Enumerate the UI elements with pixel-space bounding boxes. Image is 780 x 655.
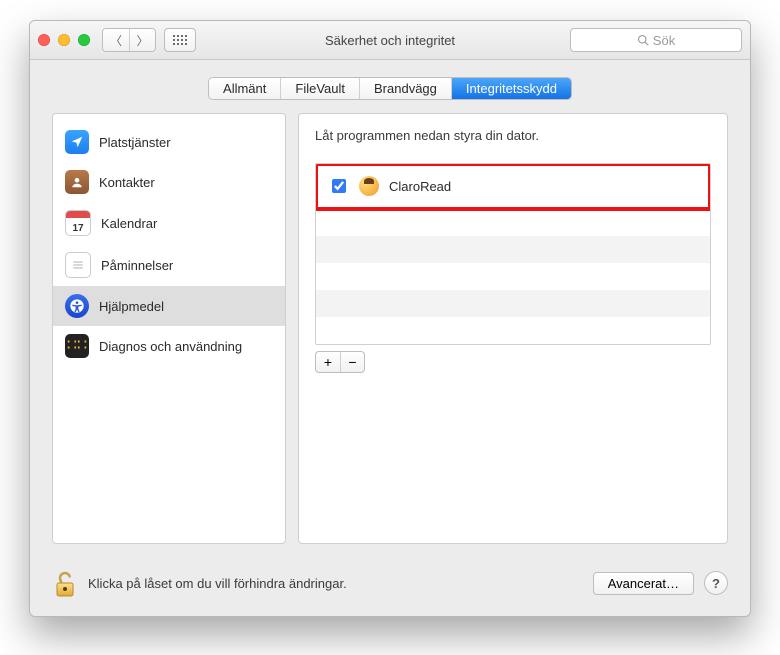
sidebar-item-reminders[interactable]: Påminnelser bbox=[53, 244, 285, 286]
sidebar-item-label: Kalendrar bbox=[101, 216, 157, 231]
sidebar-item-accessibility[interactable]: Hjälpmedel bbox=[53, 286, 285, 326]
app-list: ClaroRead bbox=[315, 163, 711, 345]
detail-caption: Låt programmen nedan styra din dator. bbox=[315, 128, 711, 143]
titlebar: 〈 〉 Säkerhet och integritet Sök bbox=[30, 21, 750, 60]
reminders-icon bbox=[65, 252, 91, 278]
add-button[interactable]: + bbox=[316, 352, 340, 372]
close-window-button[interactable] bbox=[38, 34, 50, 46]
sidebar-item-diagnostics[interactable]: ∷∷ Diagnos och användning bbox=[53, 326, 285, 366]
sidebar-item-contacts[interactable]: Kontakter bbox=[53, 162, 285, 202]
search-placeholder: Sök bbox=[653, 33, 675, 48]
accessibility-icon bbox=[65, 294, 89, 318]
nav-back-forward: 〈 〉 bbox=[102, 28, 156, 52]
diagnostics-icon: ∷∷ bbox=[65, 334, 89, 358]
window-controls bbox=[38, 34, 90, 46]
lock-open-icon bbox=[53, 570, 77, 598]
privacy-services-sidebar: Platstjänster Kontakter 17 Kalendrar Påm… bbox=[52, 113, 286, 544]
contacts-icon bbox=[65, 170, 89, 194]
sidebar-item-location[interactable]: Platstjänster bbox=[53, 122, 285, 162]
help-button[interactable]: ? bbox=[704, 571, 728, 595]
app-name: ClaroRead bbox=[389, 179, 451, 194]
app-row-claroread[interactable]: ClaroRead bbox=[315, 163, 711, 211]
calendar-icon: 17 bbox=[65, 210, 91, 236]
add-remove-control: + − bbox=[315, 351, 365, 373]
footer: Klicka på låset om du vill förhindra änd… bbox=[30, 554, 750, 616]
lock-hint-text: Klicka på låset om du vill förhindra änd… bbox=[88, 576, 347, 591]
forward-button[interactable]: 〉 bbox=[129, 29, 155, 51]
search-input[interactable]: Sök bbox=[570, 28, 742, 52]
zoom-window-button[interactable] bbox=[78, 34, 90, 46]
list-stripe bbox=[316, 317, 710, 344]
list-stripe bbox=[316, 263, 710, 290]
sidebar-item-label: Kontakter bbox=[99, 175, 155, 190]
sidebar-item-label: Hjälpmedel bbox=[99, 299, 164, 314]
preferences-window: 〈 〉 Säkerhet och integritet Sök bbox=[29, 20, 751, 617]
minimize-window-button[interactable] bbox=[58, 34, 70, 46]
list-stripe bbox=[316, 209, 710, 236]
sidebar-item-label: Påminnelser bbox=[101, 258, 173, 273]
tab-row: Allmänt FileVault Brandvägg Integritetss… bbox=[30, 60, 750, 105]
content-panes: Platstjänster Kontakter 17 Kalendrar Påm… bbox=[30, 105, 750, 554]
sidebar-item-calendar[interactable]: 17 Kalendrar bbox=[53, 202, 285, 244]
tab-general[interactable]: Allmänt bbox=[209, 78, 280, 99]
location-icon bbox=[65, 130, 89, 154]
detail-pane: Låt programmen nedan styra din dator. Cl… bbox=[298, 113, 728, 544]
app-icon bbox=[359, 176, 379, 196]
sidebar-item-label: Platstjänster bbox=[99, 135, 171, 150]
lock-button[interactable] bbox=[52, 568, 78, 598]
tab-filevault[interactable]: FileVault bbox=[280, 78, 359, 99]
sidebar-item-label: Diagnos och användning bbox=[99, 339, 242, 354]
detail-column: Låt programmen nedan styra din dator. Cl… bbox=[298, 113, 728, 544]
search-icon bbox=[637, 34, 649, 46]
tab-privacy[interactable]: Integritetsskydd bbox=[451, 78, 571, 99]
remove-button[interactable]: − bbox=[340, 352, 364, 372]
back-button[interactable]: 〈 bbox=[103, 29, 129, 51]
list-stripe bbox=[316, 290, 710, 317]
grid-icon bbox=[173, 35, 187, 45]
app-checkbox[interactable] bbox=[332, 179, 346, 193]
advanced-button[interactable]: Avancerat… bbox=[593, 572, 694, 595]
show-all-button[interactable] bbox=[164, 28, 196, 52]
tabs: Allmänt FileVault Brandvägg Integritetss… bbox=[209, 78, 571, 99]
list-stripe bbox=[316, 236, 710, 263]
tab-firewall[interactable]: Brandvägg bbox=[359, 78, 451, 99]
